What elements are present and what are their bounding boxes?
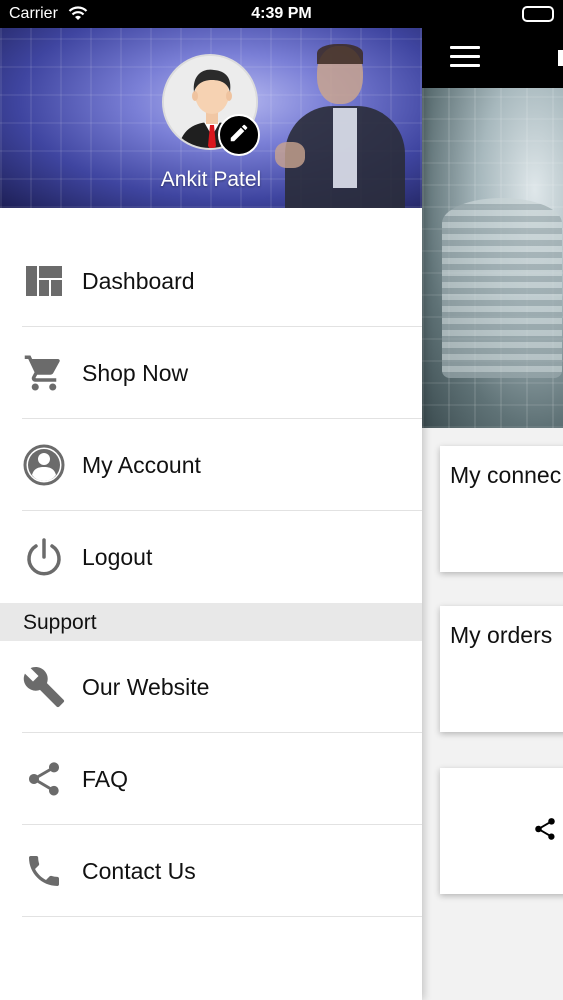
drawer-menu: Dashboard Shop Now My Account Logout Sup… [0,208,422,917]
menu-item-our-website[interactable]: Our Website [0,641,422,733]
menu-item-label: Dashboard [82,268,195,294]
pencil-icon [228,122,250,149]
card-title: My orders [450,622,553,648]
user-name: Ankit Patel [160,168,262,191]
support-section-header: Support [0,603,422,641]
dashboard-icon [22,259,66,303]
menu-item-faq[interactable]: FAQ [0,733,422,825]
menu-item-shop-now[interactable]: Shop Now [0,327,422,419]
main-header [422,28,563,88]
menu-item-label: Shop Now [82,360,189,386]
dashboard-card[interactable]: My orders [440,606,563,732]
hamburger-menu-icon[interactable] [450,46,480,68]
menu-item-label: Our Website [82,674,210,700]
battery-icon [522,6,554,22]
power-icon [22,535,66,579]
menu-item-label: Contact Us [82,858,196,884]
wrench-icon [22,665,66,709]
header-title-fragment [558,50,563,66]
menu-item-contact-us[interactable]: Contact Us [0,825,422,917]
menu-item-label: My Account [82,452,201,478]
divider [22,916,422,917]
main-screen: My connec My orders [422,28,563,1000]
edit-profile-button[interactable] [218,114,260,156]
banner-image [422,88,563,428]
share-icon [22,757,66,801]
menu-item-label: Logout [82,544,153,570]
drawer-header: Ankit Patel [0,28,422,208]
menu-item-my-account[interactable]: My Account [0,419,422,511]
phone-icon [22,849,66,893]
coins-stack-image [442,198,562,378]
account-icon [22,443,66,487]
menu-item-logout[interactable]: Logout [0,511,422,603]
navigation-drawer: Ankit Patel Dashboard Shop Now My Accoun… [0,28,422,1000]
dashboard-card[interactable]: My connec [440,446,563,572]
menu-item-label: FAQ [82,766,129,792]
card-title: My connec [450,462,562,488]
cart-icon [22,351,66,395]
status-bar: Carrier 4:39 PM [0,0,563,28]
share-icon[interactable] [532,816,558,842]
clock-time: 4:39 PM [251,5,312,22]
menu-item-dashboard[interactable]: Dashboard [0,235,422,327]
share-card[interactable] [440,768,563,894]
